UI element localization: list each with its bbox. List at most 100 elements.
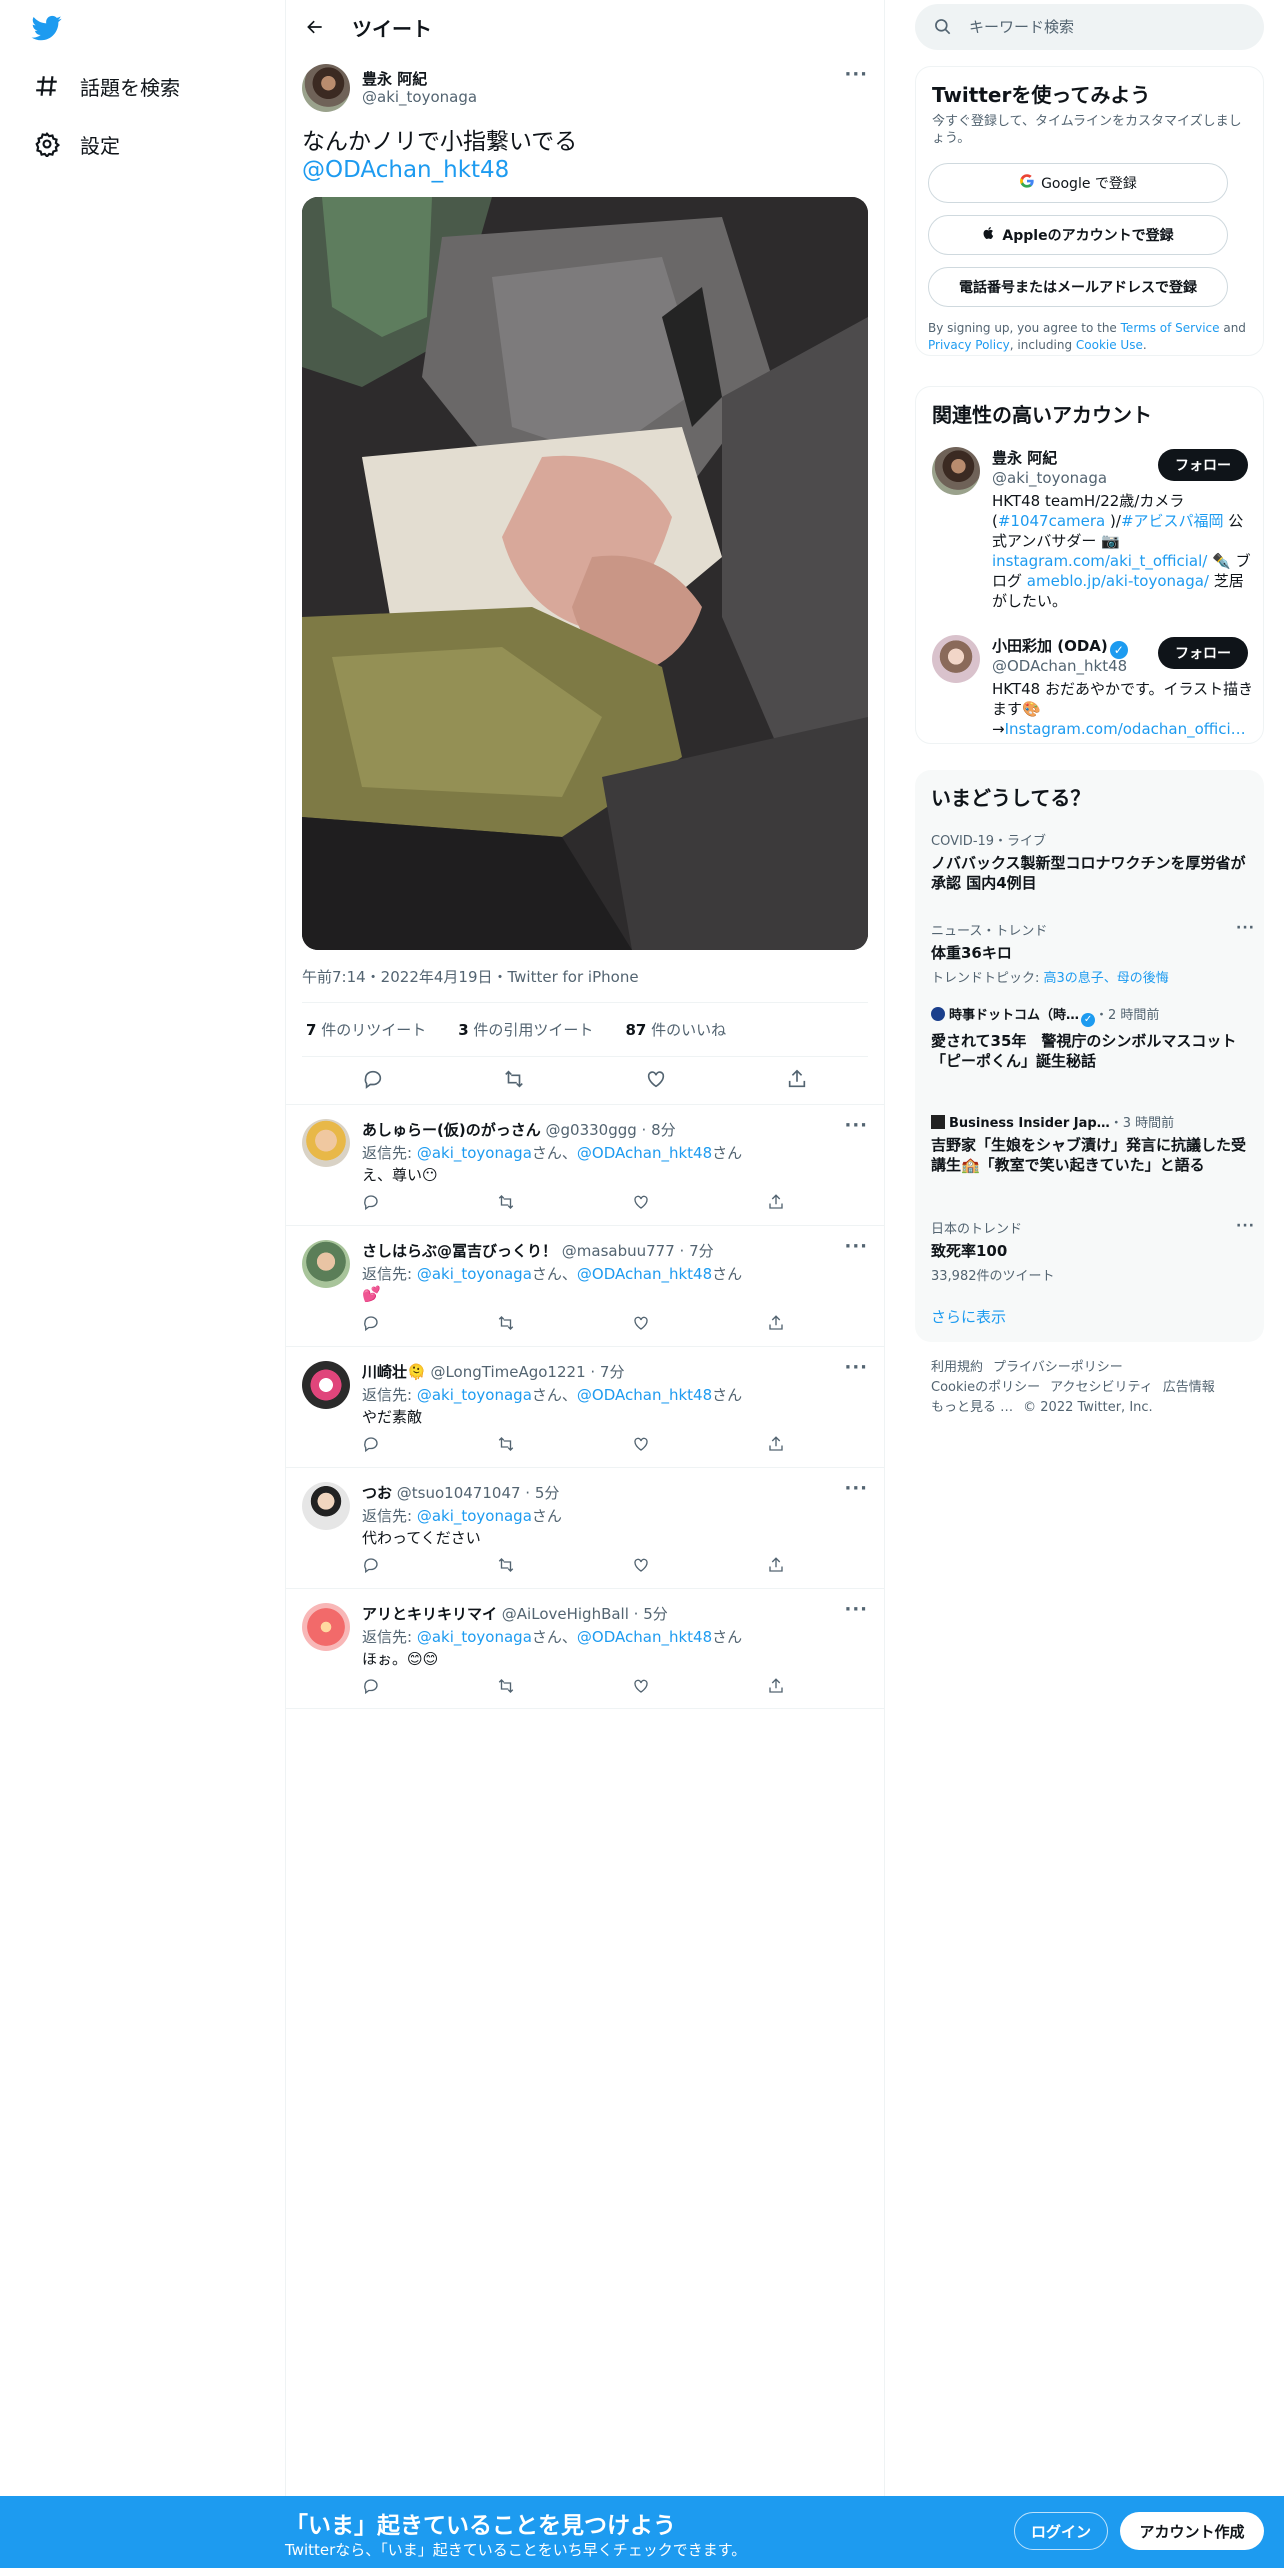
reply-item[interactable]: あしゅらー(仮)のがっさん @g0330ggg · 8分 返信先: @aki_t… (286, 1104, 884, 1225)
avatar[interactable] (302, 1361, 350, 1409)
more-options-icon[interactable]: ··· (844, 1357, 868, 1378)
footer-more-link[interactable]: もっと見る … (931, 1400, 1013, 1415)
more-options-icon[interactable]: ··· (844, 1236, 868, 1257)
share-icon[interactable] (767, 1556, 789, 1578)
show-more-link[interactable]: さらに表示 (931, 1306, 1006, 1327)
reply-icon[interactable] (362, 1193, 384, 1215)
mention-link[interactable]: @ODAchan_hkt48 (302, 156, 862, 184)
reply-author-handle[interactable]: @g0330ggg · 8分 (546, 1121, 676, 1139)
login-button[interactable]: ログイン (1014, 2512, 1108, 2550)
reply-author-handle[interactable]: @tsuo10471047 · 5分 (397, 1484, 560, 1502)
more-options-icon[interactable]: ··· (1236, 920, 1255, 936)
retweet-icon[interactable] (497, 1677, 519, 1699)
reply-author-name[interactable]: さしはらぶ@冨吉びっくり！ (362, 1242, 557, 1260)
retweet-icon[interactable] (497, 1435, 519, 1457)
reply-to-link[interactable]: @aki_toyonaga (417, 1386, 532, 1404)
reply-to-link[interactable]: @ODAchan_hkt48 (577, 1144, 712, 1162)
trend-item[interactable]: ニュース・トレンド 体重36キロ トレンドトピック: 高3の息子、母の後悔 ··… (931, 920, 1254, 986)
avatar[interactable] (302, 1119, 350, 1167)
footer-ads-link[interactable]: 広告情報 (1163, 1380, 1215, 1395)
reply-author-handle[interactable]: @masabuu777 · 7分 (562, 1242, 714, 1260)
like-icon[interactable] (632, 1314, 654, 1336)
reply-item[interactable]: つお @tsuo10471047 · 5分 返信先: @aki_toyonaga… (286, 1467, 884, 1588)
tweet-timestamp[interactable]: 午前7:14・2022年4月19日・Twitter for iPhone (302, 966, 639, 987)
avatar[interactable] (302, 1603, 350, 1651)
more-options-icon[interactable]: ··· (1236, 1218, 1255, 1234)
bio-link[interactable]: instagram.com/aki_t_official/ (992, 552, 1207, 570)
nav-explore[interactable]: 話題を検索 (32, 71, 180, 101)
share-icon[interactable] (767, 1677, 789, 1699)
quotes-stat[interactable]: 3 件の引用ツイート (458, 1019, 593, 1040)
more-options-icon[interactable]: ··· (844, 1599, 868, 1620)
trend-item[interactable]: Business Insider Jap…・3 時間前 吉野家「生娘をシャブ漬け… (931, 1112, 1251, 1175)
reply-author-name[interactable]: アリとキリキリマイ (362, 1605, 497, 1623)
account-item[interactable]: 小田彩加 (ODA) ✓ @ODAchan_hkt48 フォロー HKT48 おだ… (932, 635, 1253, 738)
search-input[interactable] (969, 18, 1249, 36)
twitter-bird-icon[interactable] (30, 13, 64, 43)
footer-terms-link[interactable]: 利用規約 (931, 1360, 983, 1375)
follow-button[interactable]: フォロー (1158, 637, 1248, 669)
retweet-icon[interactable] (497, 1556, 519, 1578)
like-icon[interactable] (645, 1068, 667, 1094)
apple-signup-button[interactable]: Appleのアカウントで登録 (928, 215, 1228, 255)
hashtag-link[interactable]: #1047camera (998, 512, 1105, 530)
tweet-photo[interactable] (302, 197, 868, 950)
like-icon[interactable] (632, 1193, 654, 1215)
more-options-icon[interactable]: ··· (844, 64, 868, 85)
bio-link[interactable]: ameblo.jp/aki-toyonaga/ (1027, 572, 1209, 590)
reply-author-name[interactable]: 川崎壮🫠 (362, 1363, 426, 1381)
avatar[interactable] (932, 635, 980, 683)
reply-item[interactable]: アリとキリキリマイ @AiLoveHighBall · 5分 返信先: @aki… (286, 1588, 884, 1709)
likes-stat[interactable]: 87 件のいいね (625, 1019, 726, 1040)
reply-to-link[interactable]: @ODAchan_hkt48 (577, 1628, 712, 1646)
share-icon[interactable] (767, 1435, 789, 1457)
reply-author-name[interactable]: つお (362, 1484, 392, 1502)
follow-button[interactable]: フォロー (1158, 449, 1248, 481)
privacy-link[interactable]: Privacy Policy (928, 338, 1010, 352)
nav-settings[interactable]: 設定 (32, 129, 120, 159)
like-icon[interactable] (632, 1556, 654, 1578)
footer-accessibility-link[interactable]: アクセシビリティ (1050, 1380, 1153, 1395)
avatar[interactable] (932, 447, 980, 495)
reply-author-handle[interactable]: @LongTimeAgo1221 · 7分 (430, 1363, 624, 1381)
reply-item[interactable]: さしはらぶ@冨吉びっくり！ @masabuu777 · 7分 返信先: @aki… (286, 1225, 884, 1346)
reply-icon[interactable] (362, 1677, 384, 1699)
retweet-icon[interactable] (503, 1068, 525, 1094)
like-icon[interactable] (632, 1677, 654, 1699)
back-button[interactable] (298, 10, 332, 44)
search-box[interactable] (915, 4, 1264, 50)
reply-icon[interactable] (362, 1314, 384, 1336)
author-name[interactable]: 豊永 阿紀 (362, 68, 427, 89)
reply-icon[interactable] (362, 1556, 384, 1578)
signup-button[interactable]: アカウント作成 (1120, 2512, 1264, 2550)
reply-to-link[interactable]: @aki_toyonaga (417, 1265, 532, 1283)
share-icon[interactable] (767, 1314, 789, 1336)
cookie-link[interactable]: Cookie Use (1076, 338, 1143, 352)
terms-link[interactable]: Terms of Service (1121, 321, 1220, 335)
retweet-icon[interactable] (497, 1314, 519, 1336)
more-options-icon[interactable]: ··· (844, 1478, 868, 1499)
reply-to-link[interactable]: @aki_toyonaga (417, 1507, 532, 1525)
account-name-row[interactable]: 小田彩加 (ODA) ✓ (992, 635, 1128, 659)
bio-link[interactable]: Instagram.com/odachan_offici… (1005, 720, 1246, 738)
share-icon[interactable] (786, 1068, 808, 1094)
author-handle[interactable]: @aki_toyonaga (362, 88, 477, 106)
trend-item[interactable]: 日本のトレンド 致死率100 33,982件のツイート ··· (931, 1218, 1254, 1284)
footer-cookie-link[interactable]: Cookieのポリシー (931, 1380, 1040, 1395)
reply-author-handle[interactable]: @AiLoveHighBall · 5分 (502, 1605, 668, 1623)
share-icon[interactable] (767, 1193, 789, 1215)
trend-topic-link[interactable]: 高3の息子、母の後悔 (1044, 971, 1169, 986)
reply-to-link[interactable]: @aki_toyonaga (417, 1628, 532, 1646)
trend-item[interactable]: COVID-19・ライブ ノババックス製新型コロナワクチンを厚労省が承認 国内4… (931, 830, 1251, 893)
like-icon[interactable] (632, 1435, 654, 1457)
account-handle[interactable]: @ODAchan_hkt48 (992, 657, 1127, 675)
retweets-stat[interactable]: 7 件のリツイート (306, 1019, 426, 1040)
reply-item[interactable]: 川崎壮🫠 @LongTimeAgo1221 · 7分 返信先: @aki_toy… (286, 1346, 884, 1467)
reply-icon[interactable] (362, 1435, 384, 1457)
avatar[interactable] (302, 1240, 350, 1288)
reply-to-link[interactable]: @ODAchan_hkt48 (577, 1386, 712, 1404)
account-item[interactable]: 豊永 阿紀 @aki_toyonaga フォロー HKT48 teamH/22歳… (932, 447, 1252, 610)
phone-email-signup-button[interactable]: 電話番号またはメールアドレスで登録 (928, 267, 1228, 307)
hashtag-link[interactable]: #アビスパ福岡 (1121, 512, 1224, 530)
reply-to-link[interactable]: @ODAchan_hkt48 (577, 1265, 712, 1283)
